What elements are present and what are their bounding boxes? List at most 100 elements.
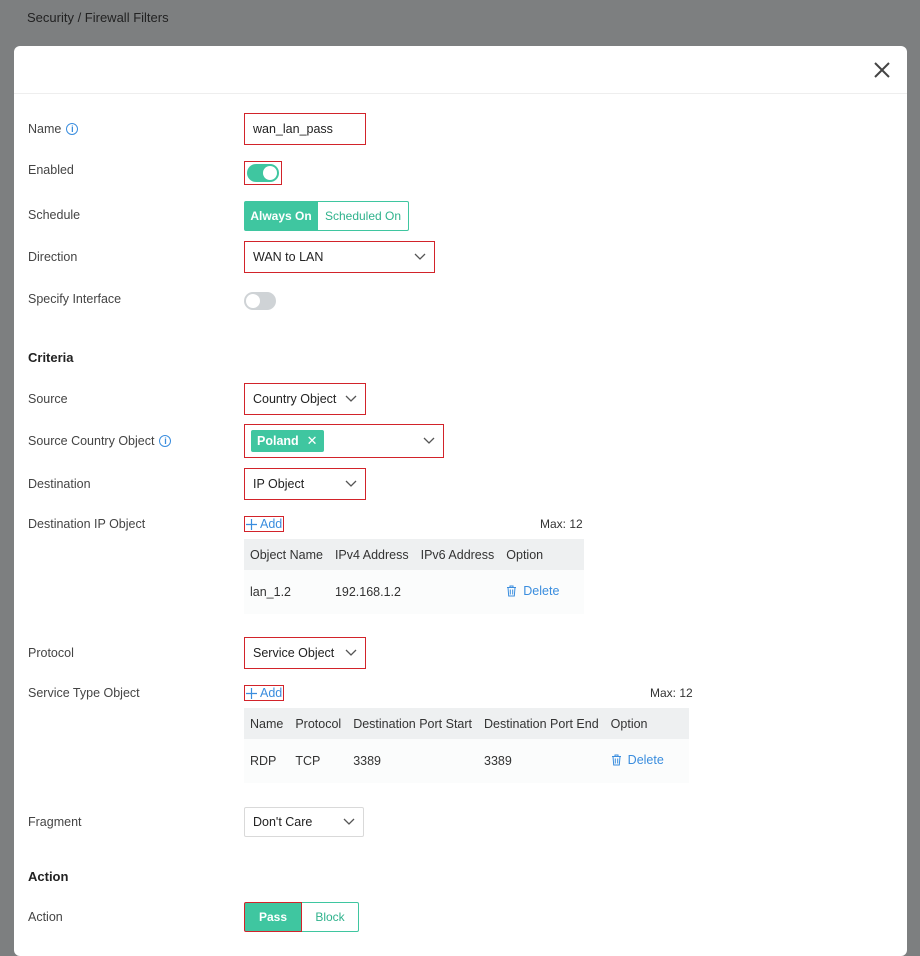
service-type-label: Service Type Object [28, 686, 140, 700]
action-block-button[interactable]: Block [302, 902, 359, 932]
name-input[interactable]: wan_lan_pass [244, 113, 366, 145]
column-header: Destination Port End [478, 708, 605, 739]
source-country-label-text: Source Country Object [28, 434, 155, 448]
fragment-label: Fragment [28, 815, 82, 829]
chevron-down-icon [423, 437, 435, 444]
delete-button[interactable]: Delete [611, 753, 664, 767]
chevron-down-icon [343, 818, 355, 825]
plus-icon [246, 518, 257, 530]
firewall-filter-modal: Name i wan_lan_pass Enabled Schedule Alw… [14, 46, 907, 956]
object-name-cell: lan_1.2 [244, 570, 329, 614]
destination-label: Destination [28, 477, 91, 491]
chevron-down-icon [345, 649, 357, 656]
protocol-value: Service Object [253, 646, 335, 660]
close-icon[interactable] [871, 59, 893, 81]
fragment-row: Fragment Don't Care [28, 807, 907, 837]
port-end-cell: 3389 [478, 739, 605, 783]
destination-ip-table: Object Name IPv4 Address IPv6 Address Op… [244, 539, 585, 614]
column-header: Object Name [244, 539, 329, 570]
enabled-toggle-wrap [244, 161, 282, 185]
column-header: IPv6 Address [414, 539, 501, 570]
plus-icon [246, 687, 257, 699]
trash-icon [507, 585, 517, 597]
service-type-table: Name Protocol Destination Port Start Des… [244, 708, 689, 783]
destination-ip-row: Destination IP Object Add Max: 12 Object… [28, 516, 907, 626]
protocol-select[interactable]: Service Object [244, 637, 366, 669]
ipv6-cell [414, 570, 501, 614]
action-pass-button[interactable]: Pass [244, 902, 302, 932]
column-header: Option [604, 708, 689, 739]
source-country-multiselect[interactable]: Poland ✕ [244, 424, 444, 458]
source-country-row: Source Country Object i Poland ✕ [28, 424, 907, 458]
action-segmented: Pass Block [244, 902, 359, 932]
country-tag-label: Poland [257, 434, 299, 448]
service-name-cell: RDP [244, 739, 290, 783]
name-row: Name i wan_lan_pass [28, 113, 907, 146]
direction-row: Direction WAN to LAN [28, 241, 907, 273]
column-header: IPv4 Address [328, 539, 415, 570]
specify-interface-label: Specify Interface [28, 292, 122, 306]
destination-ip-max: Max: 12 [540, 517, 583, 531]
table-row: lan_1.2 192.168.1.2 Delete [244, 570, 585, 614]
enabled-row: Enabled [28, 160, 907, 185]
specify-interface-toggle[interactable] [244, 292, 276, 310]
source-label: Source [28, 392, 68, 406]
schedule-scheduled-on-button[interactable]: Scheduled On [318, 201, 409, 231]
chevron-down-icon [345, 395, 357, 402]
source-select[interactable]: Country Object [244, 383, 366, 415]
modal-header [14, 46, 907, 94]
column-header: Option [500, 539, 585, 570]
action-title: Action [28, 869, 69, 884]
add-destination-ip-button[interactable]: Add [244, 516, 285, 532]
column-header: Name [244, 708, 290, 739]
destination-ip-label: Destination IP Object [28, 517, 146, 531]
specify-interface-row: Specify Interface [28, 290, 907, 312]
delete-label: Delete [627, 753, 664, 767]
add-label: Add [260, 686, 283, 700]
direction-value: WAN to LAN [253, 250, 324, 264]
info-icon[interactable]: i [159, 435, 172, 447]
protocol-label: Protocol [28, 646, 74, 660]
column-header: Destination Port Start [347, 708, 479, 739]
delete-button[interactable]: Delete [506, 584, 559, 598]
table-header-row: Object Name IPv4 Address IPv6 Address Op… [244, 539, 585, 570]
schedule-row: Schedule Always On Scheduled On [28, 201, 907, 231]
source-row: Source Country Object [28, 383, 907, 415]
breadcrumb: Security / Firewall Filters [27, 10, 169, 25]
enabled-toggle[interactable] [247, 164, 279, 182]
add-label: Add [260, 517, 283, 531]
info-icon[interactable]: i [66, 123, 79, 135]
enabled-label: Enabled [28, 163, 74, 177]
service-protocol-cell: TCP [289, 739, 348, 783]
chevron-down-icon [414, 253, 426, 260]
service-type-max: Max: 12 [650, 686, 693, 700]
column-header: Protocol [289, 708, 348, 739]
direction-label: Direction [28, 250, 78, 264]
chevron-down-icon [345, 480, 357, 487]
protocol-row: Protocol Service Object [28, 637, 907, 669]
fragment-value: Don't Care [253, 815, 313, 829]
table-header-row: Name Protocol Destination Port Start Des… [244, 708, 689, 739]
destination-select[interactable]: IP Object [244, 468, 366, 500]
source-country-label: Source Country Object i [28, 434, 172, 448]
add-service-type-button[interactable]: Add [244, 685, 285, 701]
schedule-always-on-button[interactable]: Always On [244, 201, 318, 231]
schedule-label: Schedule [28, 208, 81, 222]
action-label: Action [28, 910, 63, 924]
criteria-title: Criteria [28, 350, 74, 365]
ipv4-cell: 192.168.1.2 [328, 570, 415, 614]
schedule-segmented: Always On Scheduled On [244, 201, 409, 231]
delete-label: Delete [523, 584, 560, 598]
table-row: RDP TCP 3389 3389 Delete [244, 739, 689, 783]
close-icon[interactable]: ✕ [307, 433, 318, 449]
name-label-text: Name [28, 122, 62, 136]
option-cell: Delete [500, 570, 585, 614]
action-row: Action Pass Block [28, 902, 907, 932]
service-type-row: Service Type Object Add Max: 12 Name Pro… [28, 685, 907, 795]
trash-icon [611, 754, 621, 766]
fragment-select[interactable]: Don't Care [244, 807, 364, 837]
direction-select[interactable]: WAN to LAN [244, 241, 435, 273]
name-label: Name i [28, 122, 79, 136]
option-cell: Delete [604, 739, 689, 783]
destination-row: Destination IP Object [28, 468, 907, 500]
